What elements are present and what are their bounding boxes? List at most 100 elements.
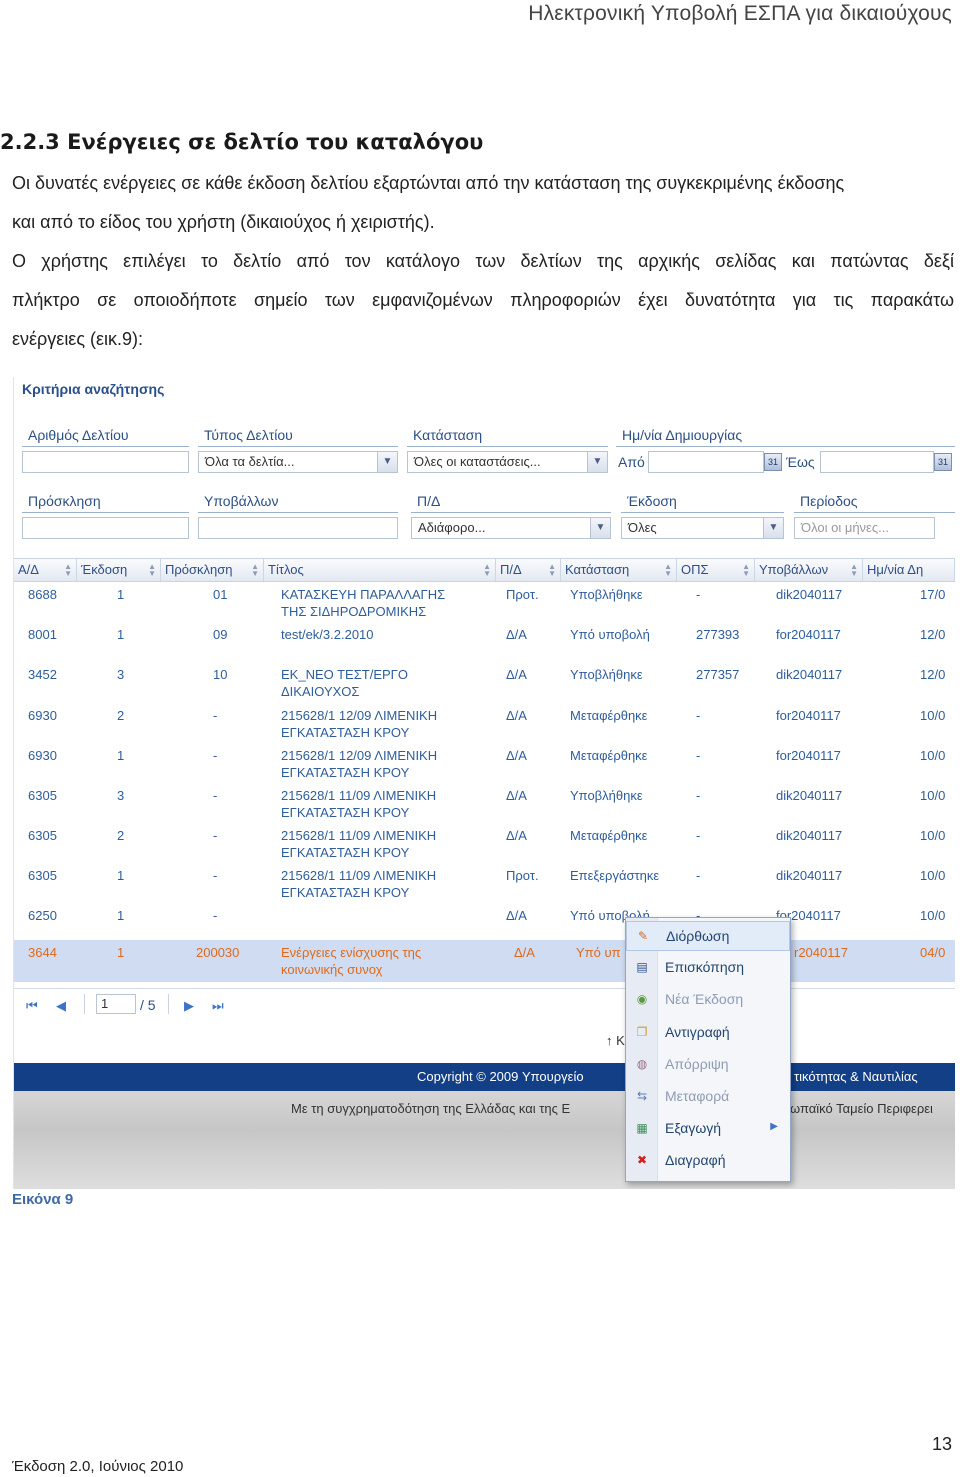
- submitter-input[interactable]: [198, 517, 398, 539]
- cell-pr: 01: [213, 587, 228, 602]
- export-icon: ▦: [636, 1121, 648, 1136]
- cell-ad: 6305: [28, 868, 57, 883]
- table-row[interactable]: 6305 1 - 215628/1 11/09 ΛΙΜΕΝΙΚΗ Προτ. Επεξερ…: [14, 863, 955, 903]
- table-row[interactable]: 3452 3 10 ΕΚ_ΝΕΟ ΤΕΣΤ/ΕΡΓΟ Δ/Α Υποβλήθηκε 2773…: [14, 662, 955, 702]
- label-creation-date: Ημ/νία Δημιουργίας: [616, 425, 955, 447]
- cell-pd: Δ/Α: [506, 828, 527, 843]
- last-page-icon[interactable]: ⏭: [212, 998, 224, 1014]
- table-row[interactable]: 8001 1 09 test/ek/3.2.2010 Δ/Α Υπό υποβολή 277…: [14, 622, 955, 662]
- sort-icon: ▲ ▼: [148, 562, 156, 578]
- column-header[interactable]: Τίτλος ▲ ▼: [264, 559, 496, 581]
- cell-ops: -: [696, 788, 701, 803]
- calendar-icon[interactable]: 31: [764, 453, 782, 471]
- date-from-input[interactable]: [648, 451, 764, 473]
- chevron-down-icon: ▼: [763, 518, 783, 538]
- page-number: 13: [931, 1434, 952, 1454]
- submenu-arrow-icon: ▶: [770, 1121, 778, 1133]
- menu-item[interactable]: ✖ Διαγραφή: [626, 1146, 790, 1176]
- edition-select[interactable]: Όλες ▼: [621, 517, 784, 539]
- bulletin-number-input[interactable]: [22, 451, 189, 473]
- selected-table-row[interactable]: 3644 1 200030 Ενέργειες ενίσχυσης της κο…: [14, 940, 955, 982]
- next-page-icon[interactable]: ▶: [184, 998, 194, 1014]
- cell-st: Μεταφέρθηκε: [570, 748, 648, 763]
- label-bulletin-type: Τύπος Δελτίου: [198, 425, 398, 447]
- cell-ops: 277357: [696, 667, 740, 682]
- column-header-label: Έκδοση: [81, 562, 128, 577]
- cell-pd: Προτ.: [506, 587, 539, 602]
- column-header[interactable]: ΟΠΣ ▲ ▼: [677, 559, 755, 581]
- cell-ops: -: [696, 587, 701, 602]
- cell-t2: ΕΓΚΑΤΑΣΤΑΣΗ ΚΡΟΥ: [281, 805, 410, 820]
- cell-ad: 3644: [28, 945, 57, 960]
- column-header[interactable]: Π/Δ ▲ ▼: [496, 559, 561, 581]
- chevron-down-icon: ▼: [587, 452, 607, 472]
- cell-t1: 215628/1 12/09 ΛΙΜΕΝΙΚΗ: [281, 708, 438, 723]
- cell-ek: 1: [117, 627, 125, 642]
- table-row[interactable]: 6930 1 - 215628/1 12/09 ΛΙΜΕΝΙΚΗ Δ/Α Μεταφέρθ…: [14, 743, 955, 783]
- cell-pd: Δ/Α: [506, 667, 527, 682]
- cell-date: 04/0: [920, 945, 946, 960]
- cell-pr: -: [213, 708, 218, 723]
- para1-line1: Οι δυνατές ενέργειες σε κάθε έκδοση δελτ…: [12, 173, 845, 193]
- copy-icon: ❐: [636, 1024, 648, 1039]
- cell-ops: -: [696, 708, 701, 723]
- label-submitter: Υποβάλλων: [198, 491, 398, 513]
- cell-submitter: r2040117: [794, 945, 848, 960]
- column-header[interactable]: Υποβάλλων ▲ ▼: [755, 559, 863, 581]
- menu-item[interactable]: ▦ Εξαγωγή ▶: [626, 1114, 790, 1144]
- menu-item[interactable]: ❐ Αντιγραφή: [626, 1018, 790, 1048]
- cell-st: Υπό υποβολή: [570, 627, 650, 642]
- sort-icon: ▲ ▼: [742, 562, 750, 578]
- sort-icon: ▲ ▼: [664, 562, 672, 578]
- table-row[interactable]: 6305 3 - 215628/1 11/09 ΛΙΜΕΝΙΚΗ Δ/Α Υποβλήθη…: [14, 783, 955, 823]
- period-select[interactable]: Όλοι οι μήνες...: [794, 517, 935, 539]
- cell-ad: 6930: [28, 748, 57, 763]
- cell-title-2: κοινωνικής συνοχ: [281, 962, 383, 977]
- column-header[interactable]: Κατάσταση ▲ ▼: [561, 559, 677, 581]
- pd-select[interactable]: Αδιάφορο... ▼: [411, 517, 611, 539]
- column-header[interactable]: Έκδοση ▲ ▼: [77, 559, 161, 581]
- menu-item[interactable]: ✎ Διόρθωση: [626, 921, 790, 951]
- edit-icon: ✎: [637, 929, 649, 943]
- cell-dt: 10/0: [920, 708, 946, 723]
- para2-line2: πλήκτρο σε οποιοδήποτε σημείο των εμφανι…: [12, 290, 954, 310]
- new-version-icon: ◉: [636, 992, 648, 1007]
- menu-item[interactable]: ⇆ Μεταφορά: [626, 1082, 790, 1112]
- cell-sub: dik2040117: [776, 868, 843, 883]
- column-header[interactable]: Πρόσκληση ▲ ▼: [161, 559, 264, 581]
- cell-sub: for2040117: [776, 708, 841, 723]
- table-row[interactable]: 6250 1- Δ/Α Υπό υποβολή - for2040117 10/0: [14, 903, 955, 943]
- cell-ek: 1: [117, 748, 125, 763]
- column-header-label: Π/Δ: [500, 562, 522, 577]
- page-number-input[interactable]: 1: [96, 994, 136, 1014]
- date-to-input[interactable]: [820, 451, 934, 473]
- menu-item-label: Επισκόπηση: [665, 959, 745, 976]
- bulletin-type-select[interactable]: Όλα τα δελτία... ▼: [198, 451, 398, 473]
- calendar-icon[interactable]: 31: [934, 453, 952, 471]
- cell-ops: -: [696, 748, 701, 763]
- call-input[interactable]: [22, 517, 189, 539]
- cell-t1: ΚΑΤΑΣΚΕΥΗ ΠΑΡΑΛΛΑΓΗΣ: [281, 587, 446, 602]
- search-criteria-title: Κριτήρια αναζήτησης: [22, 381, 165, 397]
- column-header[interactable]: Ημ/νία Δη: [863, 559, 955, 581]
- sort-icon: ▲ ▼: [548, 562, 556, 578]
- column-header[interactable]: Α/Δ ▲ ▼: [14, 559, 77, 581]
- footer-copyright-bar: Copyright © 2009 Υπουργείο τικότητας & Ν…: [14, 1063, 955, 1091]
- prev-page-icon[interactable]: ◀: [56, 998, 66, 1014]
- table-row[interactable]: 8688 1 01 ΚΑΤΑΣΚΕΥΗ ΠΑΡΑΛΛΑΓΗΣ Προτ. Υποβλήθη…: [14, 582, 955, 622]
- footer-cofunding: Με τη συγχρηματοδότηση της Ελλάδας και τ…: [14, 1091, 955, 1189]
- menu-item[interactable]: ◍ Απόρριψη: [626, 1050, 790, 1080]
- cell-ek: 1: [117, 908, 125, 923]
- menu-item-label: Νέα Έκδοση: [665, 991, 744, 1008]
- status-select[interactable]: Όλες οι καταστάσεις... ▼: [407, 451, 608, 473]
- first-page-icon[interactable]: ⏮: [26, 998, 38, 1014]
- edition-value: Όλες: [628, 520, 657, 535]
- column-header-label: Α/Δ: [18, 562, 39, 577]
- menu-item[interactable]: ◉ Νέα Έκδοση: [626, 985, 790, 1015]
- table-row[interactable]: 6930 2 - 215628/1 12/09 ΛΙΜΕΝΙΚΗ Δ/Α Μεταφέρθ…: [14, 703, 955, 743]
- cell-pr: -: [213, 788, 218, 803]
- table-row[interactable]: 6305 2 - 215628/1 11/09 ΛΙΜΕΝΙΚΗ Δ/Α Μεταφέρθ…: [14, 823, 955, 863]
- menu-item[interactable]: ▤ Επισκόπηση: [626, 953, 790, 983]
- label-from: Από: [618, 454, 645, 470]
- reject-icon: ◍: [636, 1056, 648, 1071]
